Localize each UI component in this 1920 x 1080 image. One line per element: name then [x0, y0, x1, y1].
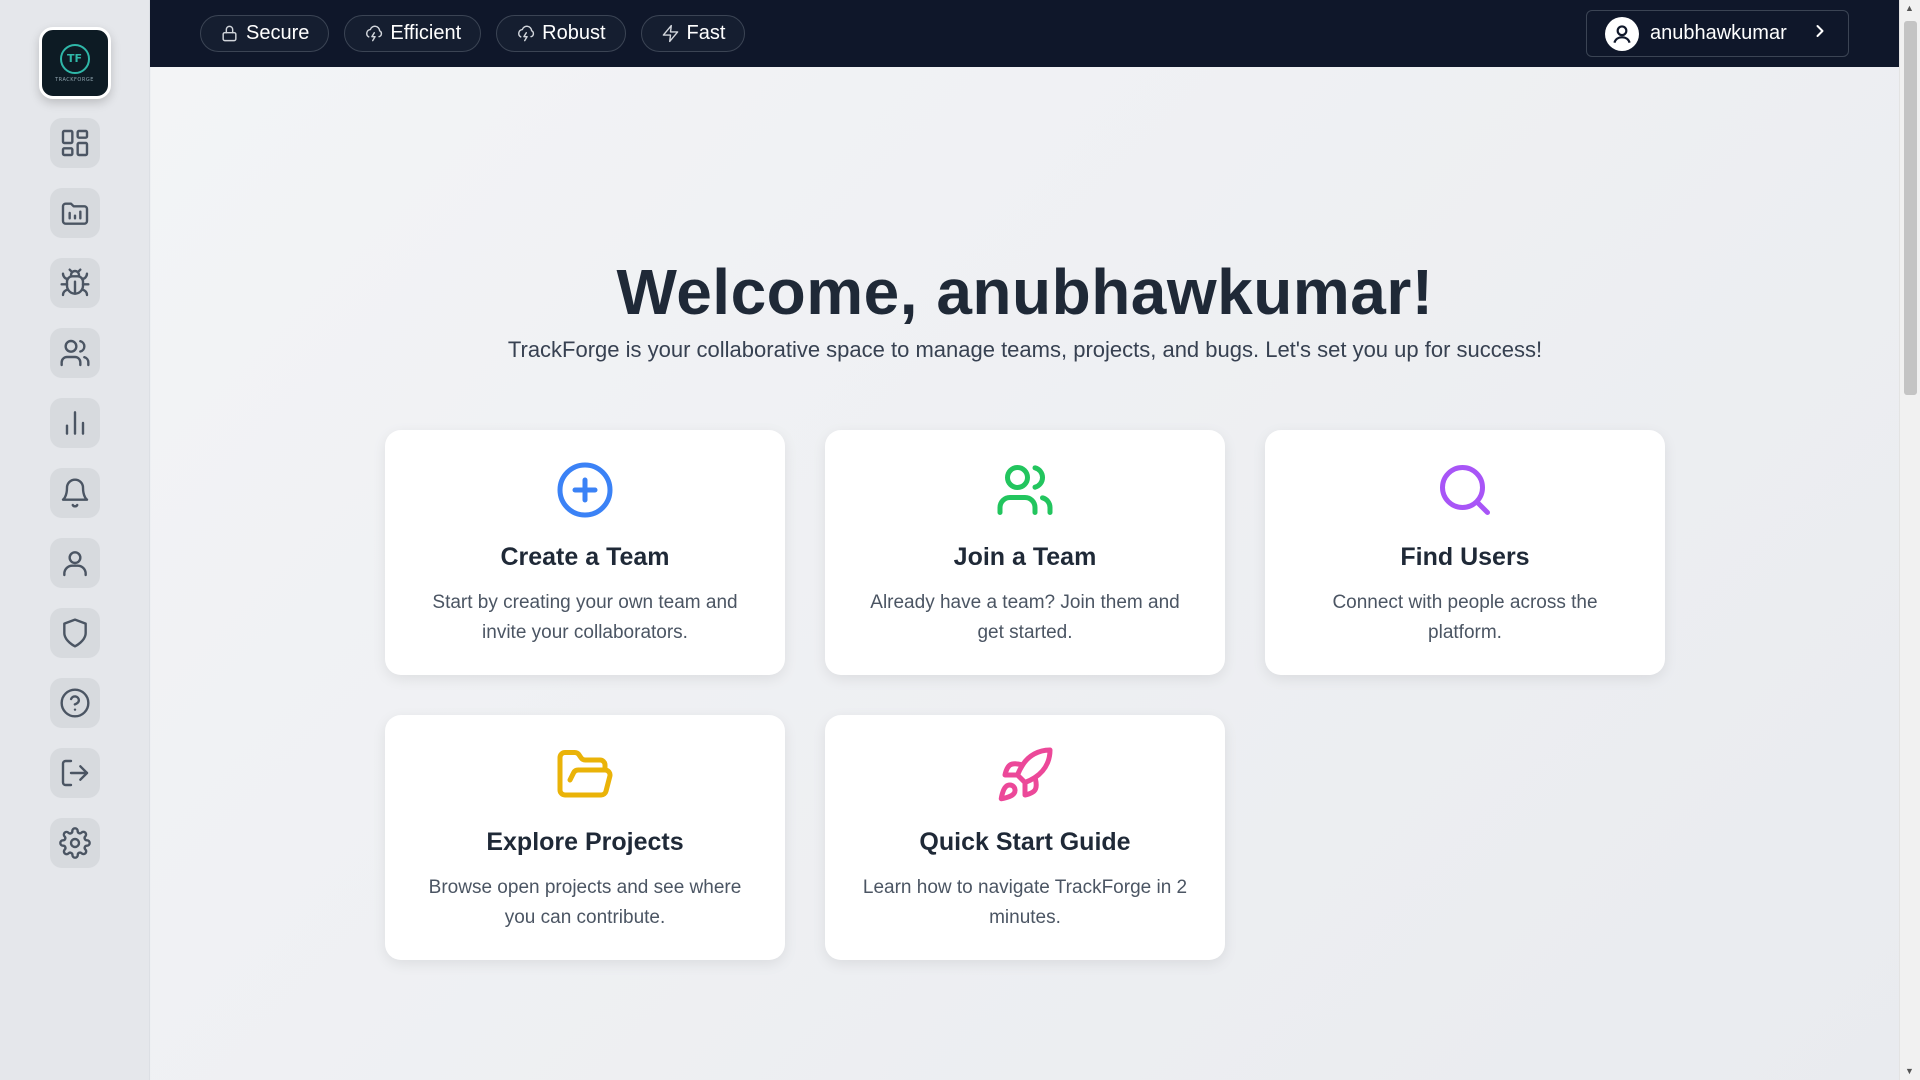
sidebar-item-dashboard[interactable]: [49, 118, 100, 168]
card-create-team[interactable]: Create a Team Start by creating your own…: [385, 430, 785, 675]
card-description: Connect with people across the platform.: [1332, 592, 1598, 643]
pill-robust: Robust: [496, 15, 626, 52]
scroll-up-arrow-icon[interactable]: ▲: [1905, 4, 1914, 13]
app-logo[interactable]: TF TRACKFORGE: [38, 27, 111, 99]
card-description: Start by creating your own team and invi…: [432, 592, 738, 643]
users-icon: [995, 460, 1055, 520]
sidebar-item-teams[interactable]: [49, 328, 100, 378]
card-title: Create a Team: [500, 543, 670, 571]
card-title: Explore Projects: [486, 828, 684, 856]
user-menu-button[interactable]: anubhawkumar: [1586, 10, 1849, 57]
logo-mark: TF: [59, 43, 90, 74]
sidebar-item-notifications[interactable]: [49, 468, 100, 518]
main-content: Welcome, anubhawkumar! TrackForge is you…: [151, 67, 1899, 1080]
user-circle-icon: [1613, 24, 1631, 43]
cloud-lightning-icon: [518, 25, 535, 42]
card-description: Learn how to navigate TrackForge in 2 mi…: [862, 877, 1188, 928]
card-title: Join a Team: [953, 543, 1097, 571]
lock-icon: [222, 25, 237, 42]
card-quick-start[interactable]: Quick Start Guide Learn how to navigate …: [825, 715, 1225, 960]
sidebar-item-analytics[interactable]: [49, 398, 100, 448]
sidebar-nav: [49, 118, 100, 868]
bell-icon: [61, 478, 88, 508]
pill-efficient: Efficient: [344, 15, 482, 52]
zap-icon: [662, 24, 678, 43]
chevron-right-icon: [1810, 21, 1830, 47]
card-description: Browse open projects and see where you c…: [428, 877, 742, 928]
projects-folder-icon: [61, 202, 88, 225]
analytics-icon: [65, 411, 84, 435]
shield-icon: [62, 618, 87, 648]
dashboard-icon: [61, 129, 88, 157]
username: anubhawkumar: [1650, 22, 1787, 44]
sidebar-item-settings[interactable]: [49, 818, 100, 868]
pill-secure: Secure: [200, 15, 330, 52]
card-explore-projects[interactable]: Explore Projects Browse open projects an…: [385, 715, 785, 960]
search-icon: [1435, 460, 1495, 520]
scroll-down-arrow-icon[interactable]: ▼: [1905, 1067, 1914, 1076]
user-icon: [62, 551, 87, 577]
rocket-icon: [995, 745, 1055, 805]
page-subtitle: TrackForge is your collaborative space t…: [507, 337, 1543, 362]
card-description: Already have a team? Join them and get s…: [870, 592, 1180, 643]
avatar: [1605, 16, 1639, 51]
cloud-lightning-icon: [366, 25, 383, 42]
sidebar-item-security[interactable]: [49, 608, 100, 658]
folder-open-icon: [555, 745, 615, 805]
sidebar-item-logout[interactable]: [49, 748, 100, 798]
sidebar-item-bugs[interactable]: [49, 258, 100, 308]
pill-label: Fast: [686, 22, 726, 44]
top-bar: Secure Efficient Robust Fast anubhawkuma…: [150, 0, 1899, 67]
card-title: Quick Start Guide: [919, 828, 1131, 856]
page-scrollbar[interactable]: ▲ ▼: [1899, 0, 1920, 1080]
help-icon: [59, 688, 90, 718]
logout-icon: [61, 759, 88, 787]
bug-icon: [59, 268, 90, 297]
pill-label: Robust: [542, 22, 606, 44]
sidebar-item-help[interactable]: [49, 678, 100, 728]
pill-label: Secure: [246, 22, 310, 44]
plus-circle-icon: [555, 460, 615, 520]
page-title: Welcome, anubhawkumar!: [616, 256, 1434, 328]
card-join-team[interactable]: Join a Team Already have a team? Join th…: [825, 430, 1225, 675]
pill-fast: Fast: [640, 15, 746, 52]
sidebar-item-projects[interactable]: [49, 188, 100, 238]
feature-pills: Secure Efficient Robust Fast: [200, 15, 746, 52]
gear-icon: [58, 827, 91, 859]
sidebar-item-profile[interactable]: [49, 538, 100, 588]
card-find-users[interactable]: Find Users Connect with people across th…: [1265, 430, 1665, 675]
logo-text: TRACKFORGE: [55, 76, 94, 83]
scrollbar-thumb[interactable]: [1904, 21, 1917, 395]
sidebar: TF TRACKFORGE: [0, 0, 150, 1080]
card-title: Find Users: [1400, 543, 1530, 571]
users-icon: [59, 339, 90, 367]
pill-label: Efficient: [390, 22, 462, 44]
